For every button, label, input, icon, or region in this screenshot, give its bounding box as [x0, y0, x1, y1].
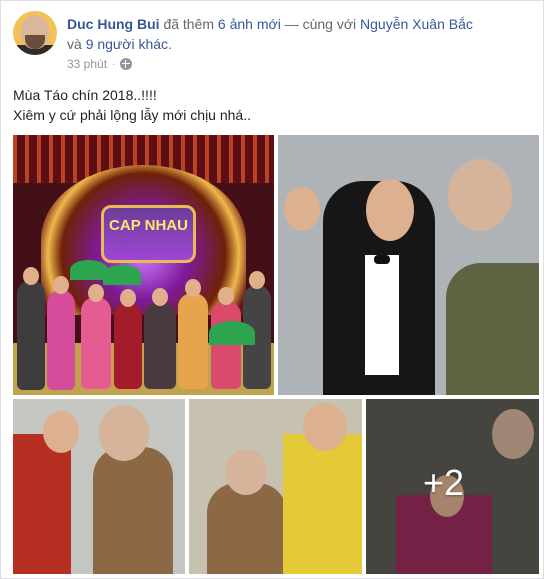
- crowd-face: [88, 284, 104, 302]
- brown-shirt: [207, 483, 287, 574]
- crowd-face: [249, 271, 265, 289]
- left-man-head: [284, 187, 320, 231]
- bald-man-head: [225, 449, 267, 495]
- separator-dot-icon: ·: [112, 58, 116, 70]
- crowd-face: [218, 287, 234, 305]
- crowd-person: [144, 303, 176, 389]
- brown-shirt: [93, 447, 173, 574]
- post-subline: 33 phút ·: [67, 57, 133, 71]
- young-man-head: [43, 411, 79, 453]
- bow-tie: [374, 255, 390, 264]
- green-jacket: [446, 263, 539, 395]
- period-text: .: [168, 36, 172, 52]
- green-fan-icon: [209, 321, 255, 345]
- costume-photo-2[interactable]: [189, 399, 362, 574]
- gold-costume: [283, 434, 362, 574]
- tagged-person-link[interactable]: Nguyễn Xuân Bắc: [360, 16, 473, 32]
- costume-photo-3-more[interactable]: +2: [366, 399, 539, 574]
- stage-crowd: [13, 245, 274, 390]
- crowd-face: [53, 276, 69, 294]
- crowd-face: [152, 288, 168, 306]
- red-costume: [13, 434, 71, 574]
- with-prefix-text: — cùng với: [284, 16, 357, 32]
- others-link[interactable]: 9 người khác: [86, 36, 168, 52]
- author-avatar[interactable]: [13, 11, 57, 55]
- facebook-post: Duc Hung Bui đã thêm 6 ảnh mới — cùng vớ…: [0, 0, 544, 579]
- crowd-person: [81, 297, 111, 389]
- caption-line-1: Mùa Táo chín 2018..!!!!: [13, 87, 157, 103]
- more-photos-count: +2: [423, 462, 465, 503]
- man-in-suit-head: [366, 179, 414, 241]
- bald-man-head: [99, 405, 149, 461]
- and-text: và: [67, 36, 82, 52]
- suit-adjusting-photo[interactable]: [278, 135, 539, 395]
- crowd-face: [120, 289, 136, 307]
- crowd-person: [211, 301, 241, 389]
- photo-count-link[interactable]: 6 ảnh mới: [218, 16, 281, 32]
- costume-photo-1[interactable]: [13, 399, 185, 574]
- bald-man-head: [448, 159, 512, 231]
- crowd-person: [178, 293, 208, 389]
- post-meta: Duc Hung Bui đã thêm 6 ảnh mới — cùng vớ…: [67, 14, 529, 54]
- white-shirt: [365, 255, 399, 375]
- globe-icon[interactable]: [120, 58, 133, 70]
- post-header: Duc Hung Bui đã thêm 6 ảnh mới — cùng vớ…: [13, 11, 533, 79]
- green-fan-icon: [103, 265, 141, 285]
- crowd-person: [47, 290, 75, 390]
- photo-grid: CAP NHAU +2: [13, 135, 539, 577]
- timestamp-link[interactable]: 33 phút: [67, 57, 107, 71]
- crowd-face: [185, 279, 201, 297]
- stage-group-photo[interactable]: CAP NHAU: [13, 135, 274, 395]
- crowd-person: [17, 280, 45, 390]
- crowd-person: [114, 303, 142, 389]
- man-in-gold-head: [303, 403, 347, 451]
- post-caption: Mùa Táo chín 2018..!!!! Xiêm y cứ phải l…: [13, 85, 533, 125]
- author-name-link[interactable]: Duc Hung Bui: [67, 16, 160, 32]
- caption-line-2: Xiêm y cứ phải lộng lẫy mới chịu nhá..: [13, 107, 251, 123]
- crowd-face: [23, 267, 39, 285]
- post-action-text: đã thêm: [163, 16, 215, 32]
